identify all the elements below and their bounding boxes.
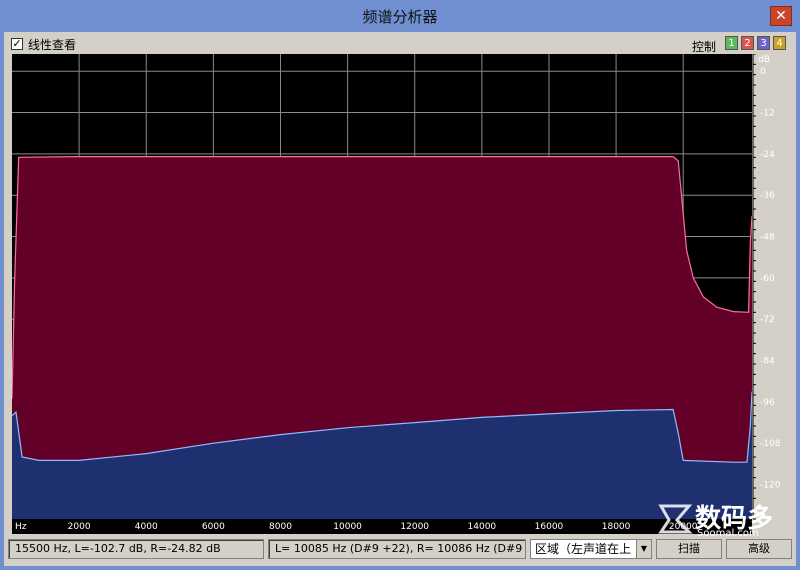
watermark-logo-icon: [658, 504, 693, 534]
close-button[interactable]: ✕: [770, 6, 792, 26]
spectrum-chart-svg[interactable]: 0 -12 -24 -36 -48 -60 -72 -84 -96 -108 -120 2000 40…: [11, 53, 796, 534]
y-tick-label: -48: [760, 233, 775, 243]
channel-button-1[interactable]: 1: [725, 36, 738, 50]
y-tick-label: -12: [760, 109, 775, 119]
y-tick-label: -96: [760, 398, 775, 408]
linear-view-checkbox[interactable]: ✓: [11, 38, 23, 50]
region-select[interactable]: 区域（左声道在上 ▼: [530, 539, 652, 559]
x-tick-label: 16000: [535, 522, 564, 532]
advanced-button[interactable]: 高级: [726, 539, 792, 559]
channel-button-2[interactable]: 2: [741, 36, 754, 50]
toolbar: ✓ 线性查看 控制 1 2 3 4: [4, 32, 796, 54]
channel-button-4[interactable]: 4: [773, 36, 786, 50]
y-tick-label: -72: [760, 315, 775, 325]
client-area: ✓ 线性查看 控制 1 2 3 4 0 -12 -24 -36 -48 -60 -72 -84…: [4, 32, 796, 566]
title-bar[interactable]: 频谱分析器 ✕: [0, 0, 800, 32]
y-tick-label: -60: [760, 274, 775, 284]
x-tick-label: 8000: [269, 522, 292, 532]
cursor-readout: 15500 Hz, L=-102.7 dB, R=-24.82 dB: [8, 539, 264, 559]
spectrum-analyzer-window: 频谱分析器 ✕ ✓ 线性查看 控制 1 2 3 4 0 -12 -24 -36 -48 -…: [0, 0, 800, 570]
x-tick-label: 2000: [68, 522, 91, 532]
scan-button[interactable]: 扫描: [656, 539, 722, 559]
chevron-down-icon[interactable]: ▼: [636, 540, 651, 558]
y-tick-label: -120: [760, 481, 781, 491]
x-tick-label: 10000: [333, 522, 362, 532]
y-axis-unit-label: dB: [758, 55, 770, 65]
watermark-site: Soomal.com: [697, 528, 759, 539]
channel-button-3[interactable]: 3: [757, 36, 770, 50]
x-tick-label: 4000: [135, 522, 158, 532]
x-tick-label: 18000: [602, 522, 631, 532]
x-tick-label: 12000: [400, 522, 429, 532]
x-tick-label: 6000: [202, 522, 225, 532]
region-select-value: 区域（左声道在上: [535, 542, 632, 556]
peak-readout: L= 10085 Hz (D#9 +22), R= 10086 Hz (D#9 …: [268, 539, 526, 559]
spectrum-plot[interactable]: 0 -12 -24 -36 -48 -60 -72 -84 -96 -108 -120 2000 40…: [11, 53, 796, 534]
control-label: 控制: [692, 40, 717, 54]
x-tick-label: 14000: [468, 522, 497, 532]
window-title: 频谱分析器: [362, 8, 438, 26]
y-tick-label: 0: [760, 67, 766, 77]
y-tick-label: -24: [760, 150, 775, 160]
y-tick-label: -84: [760, 357, 775, 367]
y-tick-label: -108: [760, 439, 781, 449]
linear-view-label[interactable]: 线性查看: [28, 36, 76, 53]
y-tick-label: -36: [760, 191, 775, 201]
status-bar: 15500 Hz, L=-102.7 dB, R=-24.82 dB L= 10…: [4, 536, 796, 562]
x-axis-unit-label: Hz: [15, 522, 27, 532]
